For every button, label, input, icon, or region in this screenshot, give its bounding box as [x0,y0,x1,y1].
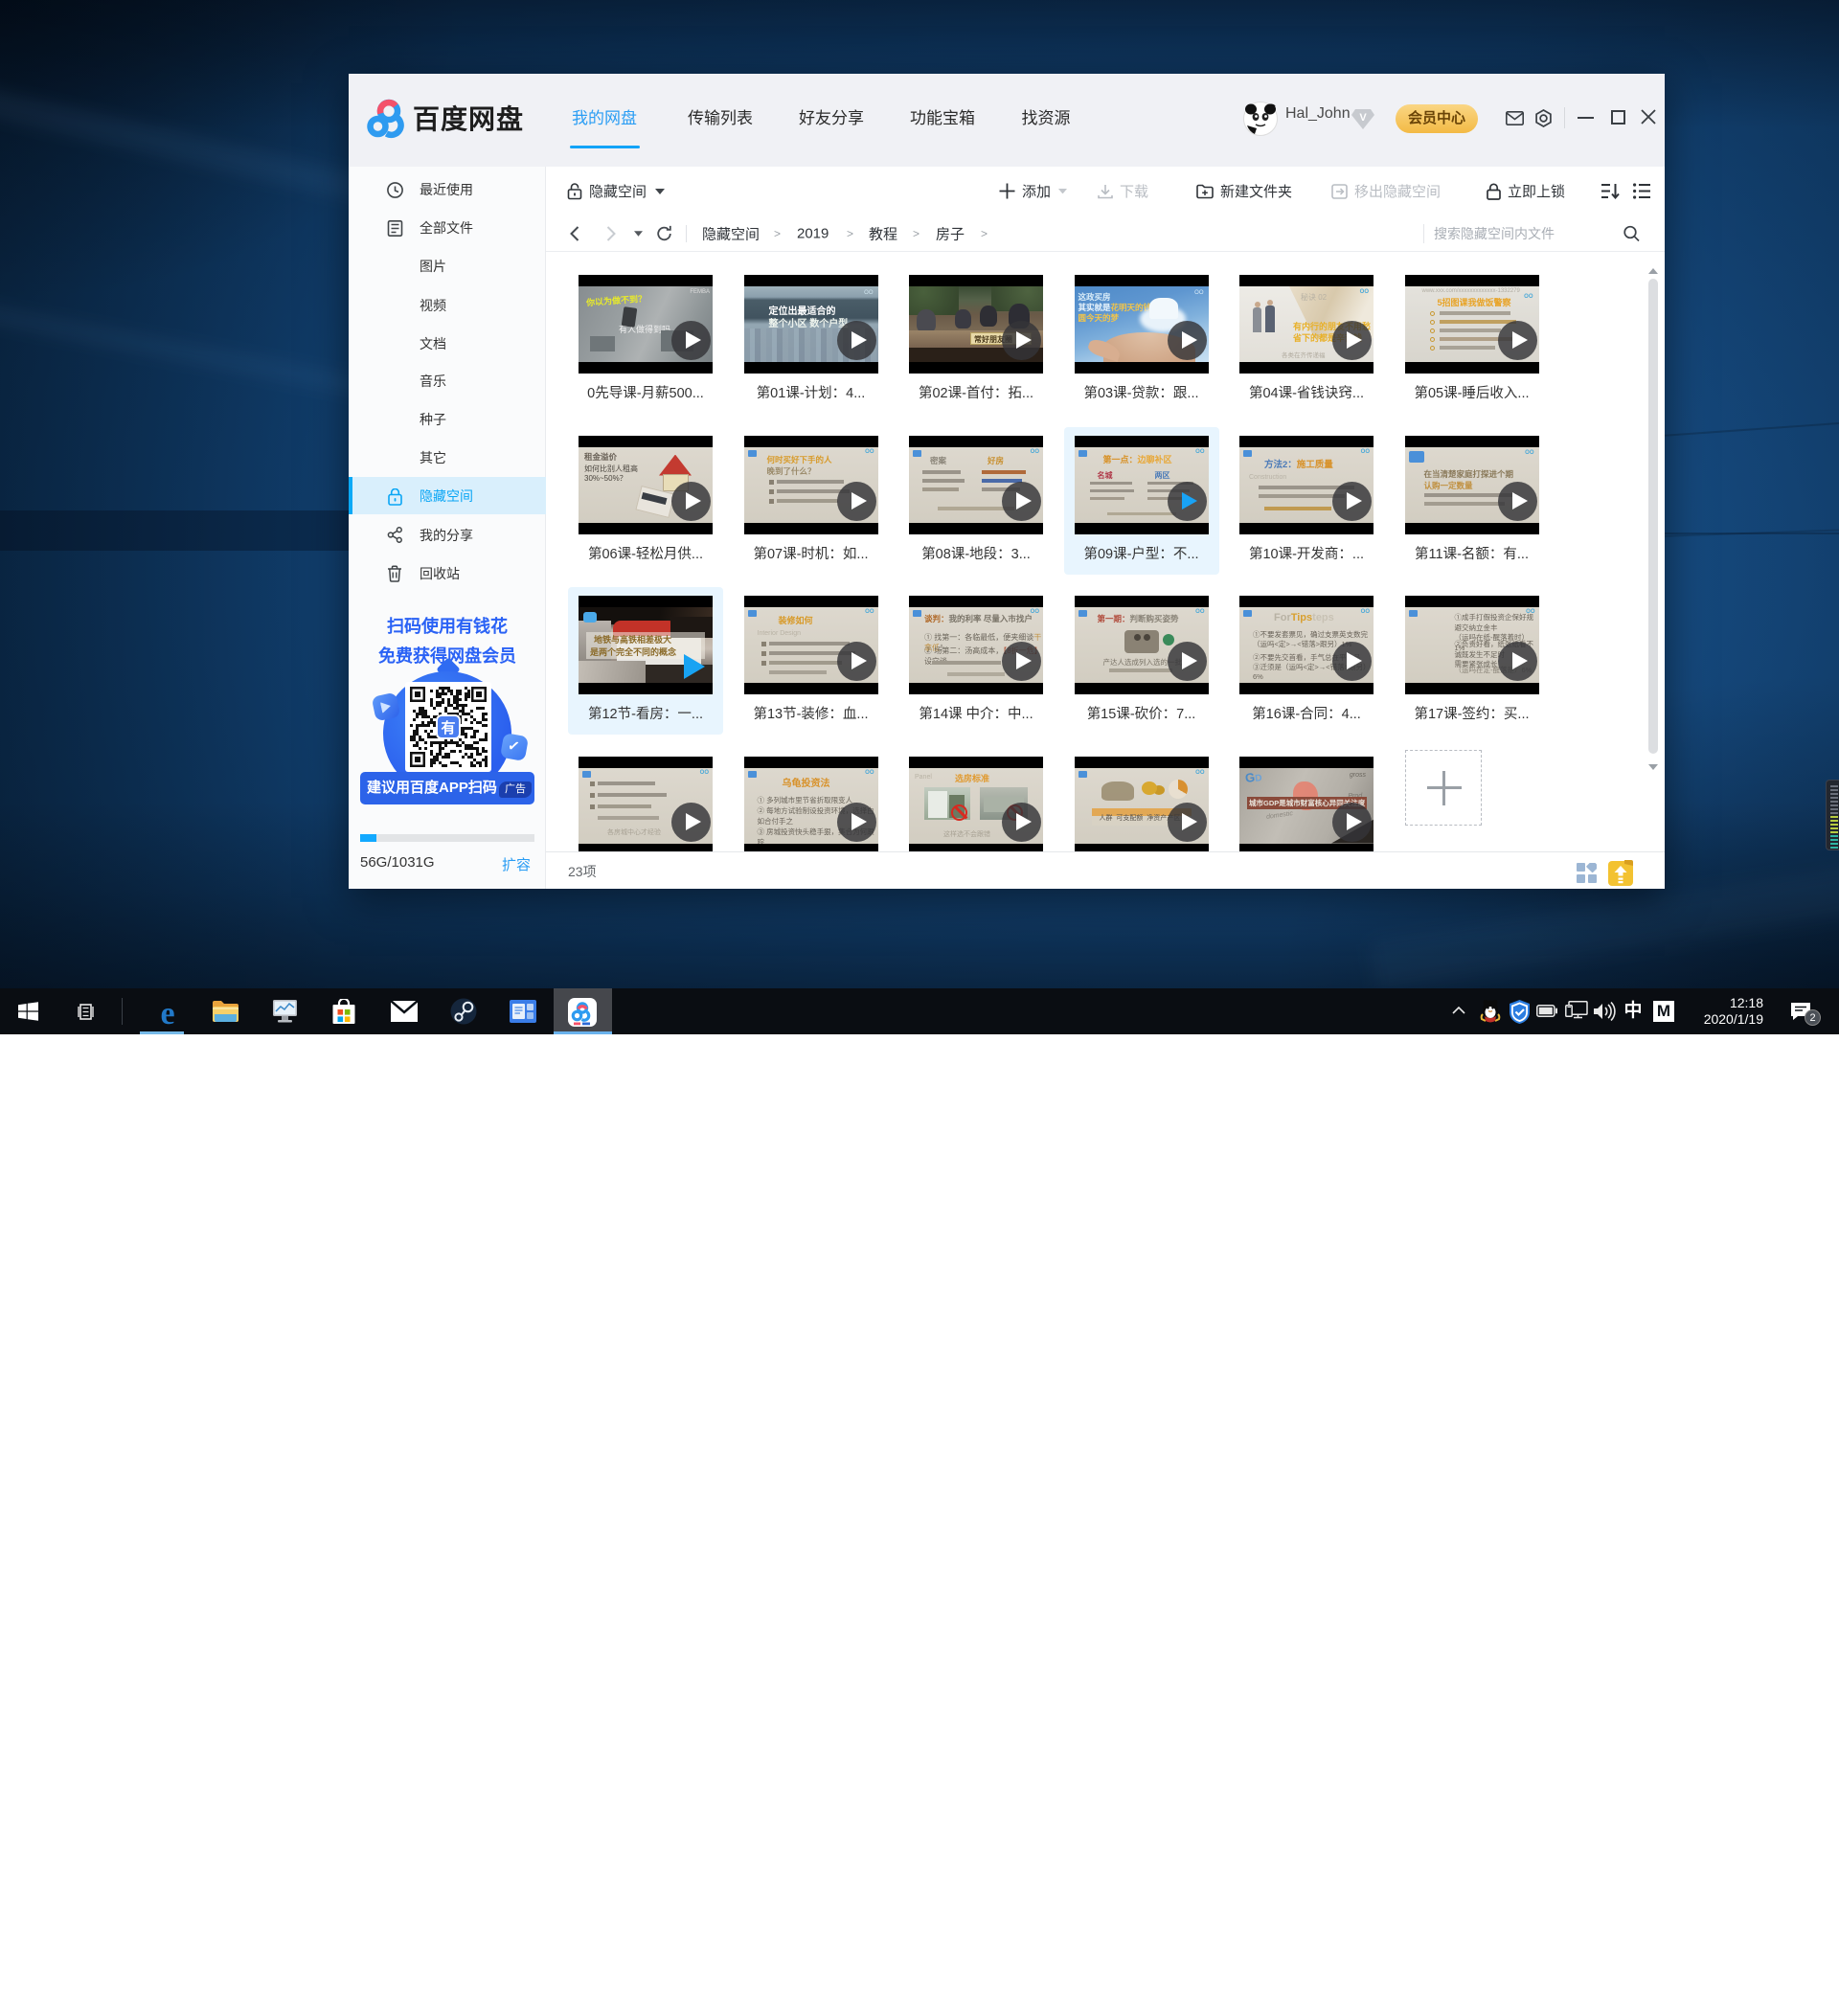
svg-text:e: e [160,998,174,1027]
svg-text:V: V [1359,112,1367,124]
